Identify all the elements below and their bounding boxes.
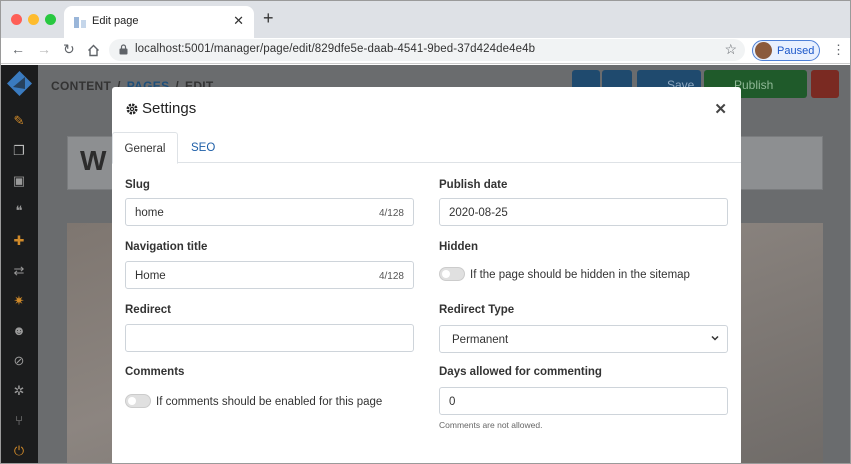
publish-date-field[interactable]: 2020-08-25 — [439, 198, 728, 226]
browser-menu-icon[interactable]: ⋮ — [832, 42, 845, 58]
page-favicon-icon — [74, 17, 86, 28]
nav-title-field[interactable]: Home 4/128 — [125, 261, 414, 289]
close-icon[interactable]: ✕ — [714, 100, 727, 118]
redirect-type-value: Permanent — [452, 334, 509, 346]
reload-icon[interactable]: ↻ — [63, 41, 75, 58]
gear-icon — [126, 103, 138, 115]
bookmark-star-icon[interactable]: ☆ — [724, 41, 737, 58]
back-icon[interactable]: ← — [11, 41, 25, 57]
hidden-icon[interactable]: ⊘ — [11, 353, 27, 369]
app-logo-icon[interactable] — [5, 69, 34, 98]
breadcrumb-content[interactable]: CONTENT — [51, 79, 111, 93]
nav-title-value: Home — [135, 270, 166, 282]
address-bar[interactable]: localhost:5001/manager/page/edit/829dfe5… — [109, 39, 745, 61]
sidebar: ✎ ❐ ▣ ❝ ✚ ⇄ ✷ ☻ ⊘ ✲ ⑂ ⏻ — [1, 65, 38, 463]
shuffle-icon[interactable]: ⇄ — [11, 263, 27, 279]
comments-toggle[interactable] — [125, 394, 151, 408]
url-text: localhost:5001/manager/page/edit/829dfe5… — [135, 43, 536, 55]
forward-icon[interactable]: → — [37, 41, 51, 57]
close-window-button[interactable] — [11, 14, 22, 25]
comments-toggle-label: If comments should be enabled for this p… — [156, 396, 383, 408]
home-icon[interactable] — [87, 44, 100, 57]
media-icon[interactable]: ▣ — [11, 173, 27, 189]
chevron-down-icon — [711, 335, 719, 341]
publish-date-label: Publish date — [439, 179, 508, 191]
users-icon[interactable]: ☻ — [11, 323, 27, 339]
days-commenting-help: Comments are not allowed. — [439, 420, 543, 430]
browser-tab[interactable]: Edit page ✕ — [64, 6, 254, 38]
days-commenting-field[interactable]: 0 — [439, 387, 728, 415]
slug-label: Slug — [125, 179, 150, 191]
nav-title-char-count: 4/128 — [378, 271, 404, 282]
tab-title: Edit page — [92, 15, 139, 27]
pages-icon[interactable]: ❐ — [11, 143, 27, 159]
modal-header: Settings ✕ — [112, 87, 741, 132]
settings-icon[interactable]: ✷ — [11, 293, 27, 309]
publish-date-value: 2020-08-25 — [449, 207, 508, 219]
lock-icon — [119, 44, 128, 55]
wrench-icon[interactable]: ✚ — [11, 233, 27, 249]
modal-title: Settings — [142, 100, 197, 117]
slug-field[interactable]: home 4/128 — [125, 198, 414, 226]
hidden-label: Hidden — [439, 241, 478, 253]
branch-icon[interactable]: ⑂ — [11, 413, 27, 429]
tab-general[interactable]: General — [112, 132, 178, 164]
modules-icon[interactable]: ✲ — [11, 383, 27, 399]
power-icon[interactable]: ⏻ — [11, 443, 27, 459]
hidden-toggle[interactable] — [439, 267, 465, 281]
redirect-type-label: Redirect Type — [439, 304, 515, 316]
new-tab-icon[interactable]: + — [263, 9, 274, 27]
avatar — [755, 42, 772, 59]
comments-label: Comments — [125, 366, 185, 378]
redirect-type-select[interactable]: Permanent — [439, 325, 728, 353]
maximize-window-button[interactable] — [45, 14, 56, 25]
days-commenting-label: Days allowed for commenting — [439, 366, 602, 378]
profile-status-label: Paused — [777, 45, 815, 57]
pencil-icon[interactable]: ✎ — [11, 113, 27, 129]
settings-modal: Settings ✕ General SEO Slug home 4/128 N… — [112, 87, 741, 463]
comments-icon[interactable]: ❝ — [11, 203, 27, 219]
redirect-field[interactable] — [125, 324, 414, 352]
delete-button[interactable] — [811, 70, 839, 98]
hidden-toggle-label: If the page should be hidden in the site… — [470, 269, 690, 281]
slug-char-count: 4/128 — [378, 208, 404, 219]
tab-strip: Edit page ✕ + — [1, 1, 850, 38]
minimize-window-button[interactable] — [28, 14, 39, 25]
tab-seo[interactable]: SEO — [191, 132, 215, 164]
close-tab-icon[interactable]: ✕ — [233, 13, 244, 29]
modal-tabs: General SEO — [112, 132, 741, 164]
days-commenting-value: 0 — [449, 396, 456, 408]
redirect-label: Redirect — [125, 304, 172, 316]
toolbar: ← → ↻ localhost:5001/manager/page/edit/8… — [1, 38, 850, 64]
nav-title-label: Navigation title — [125, 241, 208, 253]
page-title[interactable]: W — [80, 145, 106, 177]
profile-button[interactable]: Paused — [752, 40, 820, 61]
slug-value: home — [135, 207, 164, 219]
browser-window: Edit page ✕ + ← → ↻ localhost:5001/manag… — [0, 0, 851, 464]
